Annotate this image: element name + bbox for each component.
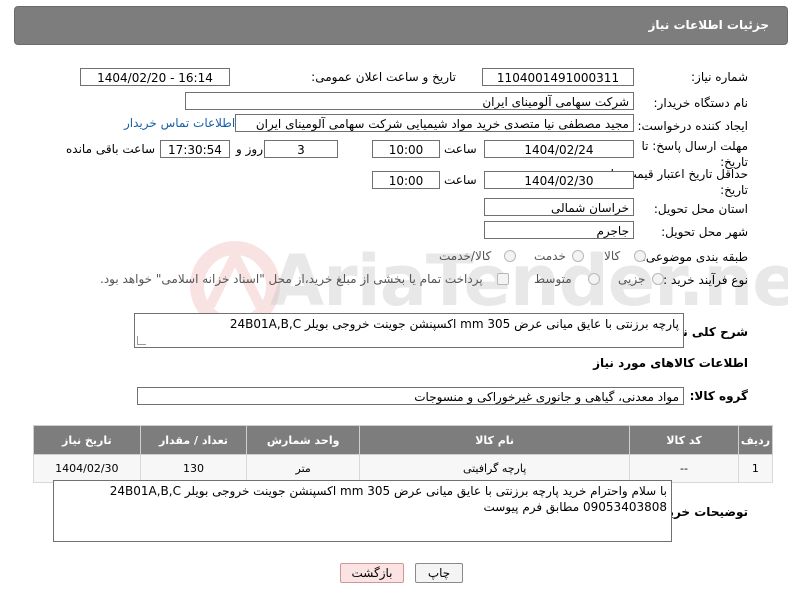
header-bar: جزئیات اطلاعات نیاز	[14, 6, 788, 45]
resize-handle[interactable]	[137, 336, 146, 345]
table-row: 1 -- پارچه گرافیتی متر 130 1404/02/30	[33, 454, 774, 483]
category-service-radio[interactable]	[572, 250, 584, 262]
category-goods-service-radio[interactable]	[504, 250, 516, 262]
province-field: خراسان شمالی	[484, 198, 634, 216]
process-minor-radio[interactable]	[652, 273, 664, 285]
days-field: 3	[264, 140, 338, 158]
treasury-payment-note: پرداخت تمام یا بخشی از مبلغ خرید،از محل …	[100, 272, 483, 286]
cell-item-code: --	[629, 454, 739, 483]
print-button[interactable]: چاپ	[415, 563, 463, 583]
city-field: جاجرم	[484, 221, 634, 239]
cell-row-number: 1	[737, 454, 774, 483]
buyer-notes-line2: 09053403808 مطابق فرم پیوست	[483, 500, 668, 514]
process-medium-radio[interactable]	[588, 273, 600, 285]
process-minor-label: جزیی	[618, 272, 646, 286]
price-time-label: ساعت	[444, 173, 477, 187]
remaining-label: ساعت باقی مانده	[66, 142, 156, 156]
treasury-payment-checkbox[interactable]	[497, 273, 509, 285]
price-time-field: 10:00	[372, 171, 440, 189]
province-label: استان محل تحویل:	[653, 202, 748, 216]
reply-time-label: ساعت	[444, 142, 477, 156]
process-label: نوع فرآیند خرید :	[663, 273, 748, 287]
col-row-number: ردیف	[737, 425, 774, 455]
cell-unit: متر	[246, 454, 361, 483]
table-header-row: ردیف کد کالا نام کالا واحد شمارش تعداد /…	[33, 425, 774, 455]
price-date-field: 1404/02/30	[484, 171, 634, 189]
remaining-time-field: 17:30:54	[160, 140, 230, 158]
buyer-notes-field: با سلام واحترام خرید پارچه برزنتی با عای…	[53, 480, 672, 542]
description-field: پارچه برزنتی با عایق میانی عرض 305 mm اک…	[134, 313, 684, 348]
category-goods-label: کالا	[604, 249, 621, 263]
contact-buyer-link[interactable]: اطلاعات تماس خریدار	[124, 116, 235, 130]
col-need-date: تاریخ نیاز	[33, 425, 141, 455]
back-button[interactable]: بازگشت	[340, 563, 404, 583]
requester-label: ایجاد کننده درخواست:	[637, 119, 748, 133]
buyer-org-label: نام دستگاه خریدار:	[653, 96, 749, 110]
buyer-notes-line1: با سلام واحترام خرید پارچه برزنتی با عای…	[109, 484, 667, 498]
col-item-code: کد کالا	[629, 425, 739, 455]
category-goods-service-label: کالا/خدمت	[439, 249, 492, 263]
reply-date-field: 1404/02/24	[484, 140, 634, 158]
reply-time-field: 10:00	[372, 140, 440, 158]
goods-group-label: گروه کالا:	[689, 389, 748, 403]
items-table: ردیف کد کالا نام کالا واحد شمارش تعداد /…	[33, 425, 774, 483]
cell-item-name: پارچه گرافیتی	[359, 454, 631, 483]
process-medium-label: متوسط	[534, 272, 572, 286]
cell-quantity: 130	[139, 454, 248, 483]
requester-field: مجید مصطفی نیا متصدی خرید مواد شیمیایی ش…	[235, 114, 634, 132]
col-quantity: تعداد / مقدار	[139, 425, 248, 455]
goods-info-title: اطلاعات کالاهای مورد نیاز	[593, 356, 748, 370]
days-label: روز و	[236, 142, 263, 156]
category-label: طبقه بندی موضوعی:	[641, 250, 748, 264]
need-number-label: شماره نیاز:	[691, 70, 748, 84]
col-unit: واحد شمارش	[246, 425, 361, 455]
category-service-label: خدمت	[534, 249, 566, 263]
cell-need-date: 1404/02/30	[33, 454, 141, 483]
need-number-field: 1104001491000311	[482, 68, 634, 86]
goods-group-field: مواد معدنی، گیاهی و جانوری غیرخوراکی و م…	[137, 387, 684, 405]
description-text: پارچه برزنتی با عایق میانی عرض 305 mm اک…	[229, 317, 679, 331]
announce-label: تاریخ و ساعت اعلان عمومی:	[311, 70, 456, 84]
announce-field: 1404/02/20 - 16:14	[80, 68, 230, 86]
col-item-name: نام کالا	[359, 425, 631, 455]
category-goods-radio[interactable]	[634, 250, 646, 262]
page-title: جزئیات اطلاعات نیاز	[648, 18, 769, 32]
city-label: شهر محل تحویل:	[661, 225, 748, 239]
buyer-org-field: شرکت سهامی آلومینای ایران	[185, 92, 634, 110]
